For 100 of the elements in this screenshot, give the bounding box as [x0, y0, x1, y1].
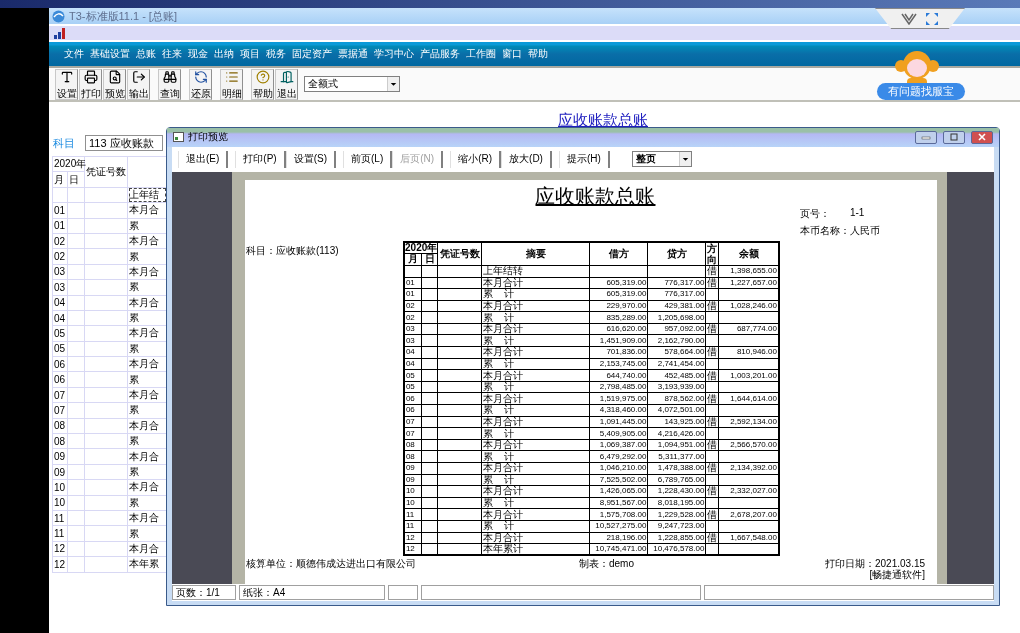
table-cell: 本月合计 [481, 508, 590, 521]
table-cell: 累 计 [481, 427, 590, 440]
maximize-button[interactable] [943, 130, 965, 144]
menu-item[interactable]: 基础设置 [90, 47, 130, 61]
toolbar-button[interactable]: 预览 [103, 68, 126, 100]
menu-item[interactable]: 文件 [64, 47, 84, 61]
print-date-text: 打印日期：2021.03.15 [825, 558, 926, 570]
toolbar-button[interactable]: 打印 [79, 68, 102, 100]
table-cell: 09 [403, 474, 422, 486]
preview-toolbar-button[interactable]: 打印(P) [235, 150, 286, 168]
table-cell: 借 [705, 439, 719, 451]
table-cell: 05 [403, 381, 422, 393]
table-cell: 1,229,528.00 [647, 508, 706, 521]
help-icon [255, 69, 270, 84]
table-cell: 02 [403, 311, 422, 324]
table-cell: 1,069,387.00 [589, 439, 648, 451]
table-cell: 06 [52, 356, 68, 372]
preview-toolbar-button[interactable]: 前页(L) [343, 150, 393, 168]
toolbar-button[interactable]: 查询 [158, 68, 181, 100]
menu-item[interactable]: 往来 [162, 47, 182, 61]
list-icon [224, 69, 239, 84]
table-cell: 1,094,951.00 [647, 439, 706, 451]
toolbar-button[interactable]: 帮助 [251, 68, 274, 100]
chevron-icon[interactable] [901, 12, 917, 25]
column-header: 月 [403, 253, 422, 266]
table-cell: 07 [403, 416, 422, 428]
table-cell: 借 [705, 323, 719, 335]
table-cell: 借 [705, 392, 719, 405]
preview-toolbar-button[interactable]: 设置(S) [285, 150, 337, 168]
menu-item[interactable]: 工作圈 [466, 47, 496, 61]
binoculars-icon [162, 69, 177, 84]
menu-item[interactable]: 窗口 [502, 47, 522, 61]
table-cell: 1,228,430.00 [647, 485, 706, 498]
help-badge[interactable]: 有问题找服宝 [877, 83, 965, 100]
table-cell: 12 [403, 532, 422, 544]
table-cell: 229,970.00 [589, 300, 648, 312]
toolbar-button[interactable]: 还原 [189, 68, 212, 100]
refresh-icon [193, 69, 208, 84]
menu-item[interactable]: 固定资产 [292, 47, 332, 61]
toolbar-button[interactable]: 输出 [127, 68, 150, 100]
software-text: [畅捷通软件] [869, 569, 926, 581]
menu-item[interactable]: 税务 [266, 47, 286, 61]
table-cell: 2,153,745.00 [589, 358, 648, 370]
toolbar-button[interactable]: 退出 [275, 68, 298, 100]
close-icon [977, 133, 987, 142]
column-header: 借方 [589, 241, 648, 266]
table-cell: 452,485.00 [647, 369, 706, 382]
menu-item[interactable]: 总账 [136, 47, 156, 61]
table-cell: 835,289.00 [589, 311, 648, 324]
menu-item[interactable]: 学习中心 [374, 47, 414, 61]
currency-text: 本币名称：人民币 [799, 223, 881, 238]
table-cell: 1,028,246.00 [718, 300, 779, 312]
table-cell: 借 [705, 300, 719, 312]
menu-item[interactable]: 票据通 [338, 47, 368, 61]
subject-label: 科目 [53, 135, 75, 151]
table-cell: 1,451,909.00 [589, 334, 648, 347]
zoom-select[interactable]: 整页 [631, 151, 692, 168]
table-cell: 08 [403, 439, 422, 451]
table-cell: 6,789,765.00 [647, 474, 706, 486]
table-cell: 605,319.00 [589, 288, 648, 301]
table-cell: 5,311,377.00 [647, 450, 706, 463]
table-cell: 本年累计 [481, 543, 590, 556]
table-cell: 810,946.00 [718, 346, 779, 359]
table-cell: 累 计 [481, 358, 590, 370]
table-cell: 04 [403, 358, 422, 370]
minimize-button[interactable] [915, 130, 937, 144]
menu-item[interactable]: 帮助 [528, 47, 548, 61]
menu-item[interactable]: 出纳 [214, 47, 234, 61]
menu-item[interactable]: 现金 [188, 47, 208, 61]
table-cell: 02 [52, 233, 68, 249]
table-cell: 2,134,392.00 [718, 462, 779, 475]
table-cell: 03 [403, 323, 422, 335]
table-cell: 2,592,134.00 [718, 416, 779, 428]
toolbar-button[interactable]: 明细 [220, 68, 243, 100]
preview-toolbar-button[interactable]: 提示(H) [558, 150, 610, 168]
table-cell: 02 [52, 248, 68, 265]
preview-toolbar-button[interactable]: 退出(E) [178, 150, 229, 168]
preview-toolbar-button[interactable]: 放大(D) [501, 150, 552, 168]
menu-item[interactable]: 项目 [240, 47, 260, 61]
status-text: 页数：1/1 [172, 585, 236, 600]
menu-item[interactable]: 产品服务 [420, 47, 460, 61]
close-button[interactable] [971, 130, 993, 144]
table-cell: 09 [403, 462, 422, 475]
table-cell: 7,525,502.00 [589, 474, 648, 486]
table-cell: 2,566,570.00 [718, 439, 779, 451]
format-select[interactable]: 全额式 [304, 76, 400, 92]
table-cell: 11 [403, 520, 422, 533]
table-cell: 1,227,657.00 [718, 277, 779, 289]
preview-icon [107, 69, 122, 84]
table-cell: 1,228,855.00 [647, 532, 706, 544]
table-cell: 04 [52, 310, 68, 326]
subject-field[interactable]: 113 应收账款 [85, 135, 163, 151]
table-cell: 02 [403, 300, 422, 312]
table-cell: 12 [403, 543, 422, 556]
expand-icon[interactable] [925, 11, 939, 26]
toolbar-button[interactable]: 设置 [55, 68, 78, 100]
table-cell: 05 [403, 369, 422, 382]
preview-toolbar-button[interactable]: 缩小(R) [450, 150, 502, 168]
table-cell: 09 [52, 464, 68, 480]
table-cell: 03 [52, 264, 68, 280]
